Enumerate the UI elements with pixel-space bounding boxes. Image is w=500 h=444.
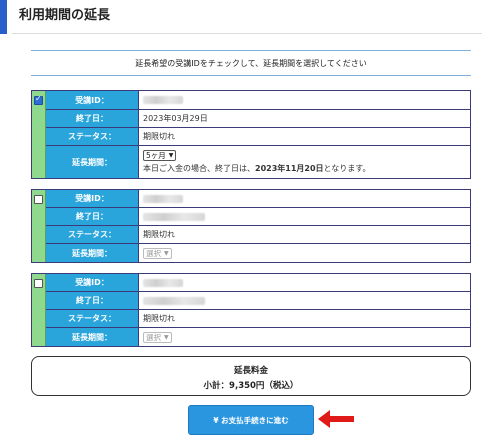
- page-title-bar: 利用期間の延長: [0, 0, 500, 34]
- fee-title: 延長料金: [233, 366, 268, 376]
- period-select-3[interactable]: 選択 ▼: [143, 331, 172, 343]
- fee-subtotal: 小計：9,350円（税込）: [203, 381, 299, 391]
- status-value: 期限切れ: [143, 230, 175, 239]
- period-label: 延長期間：: [46, 244, 139, 262]
- period-select-value: 選択: [146, 248, 161, 258]
- left-arrow-icon: [318, 410, 354, 428]
- id-value-redacted: [139, 274, 470, 291]
- status-label: ステータス：: [46, 128, 139, 145]
- status-label: ステータス：: [46, 310, 139, 327]
- period-note: 本日ご入金の場合、終了日は、2023年11月20日となります。: [143, 164, 371, 173]
- instruction-text: 延長希望の受講IDをチェックして、延長期間を選択してください: [31, 50, 471, 76]
- id-value-redacted: [139, 91, 470, 109]
- enrollment-card-1: 受講ID： 終了日： 2023年03月29日 ステータス： 期限切れ 延長期間：…: [31, 90, 471, 179]
- enrollment-checkbox-3[interactable]: [34, 279, 43, 288]
- enrollment-checkbox-1[interactable]: [34, 94, 43, 105]
- chevron-down-icon: ▼: [164, 249, 169, 257]
- id-label: 受講ID：: [46, 91, 139, 109]
- period-select-value: 5ヶ月: [146, 151, 166, 160]
- id-value-redacted: [139, 190, 470, 207]
- enrollment-card-2: 受講ID： 終了日： ステータス： 期限切れ 延長期間： 選択 ▼: [31, 189, 471, 263]
- id-label: 受講ID：: [46, 190, 139, 207]
- period-select-1[interactable]: 5ヶ月 ▼: [143, 150, 177, 161]
- page-title: 利用期間の延長: [19, 8, 111, 23]
- end-date-label: 終了日：: [46, 110, 139, 127]
- proceed-to-payment-button[interactable]: ¥ お支払手続きに進む: [188, 405, 314, 435]
- card-check-column: [32, 190, 46, 262]
- extension-fee-box: 延長料金 小計：9,350円（税込）: [31, 356, 471, 396]
- id-label: 受講ID：: [46, 274, 139, 291]
- chevron-down-icon: ▼: [164, 333, 169, 341]
- period-select-2[interactable]: 選択 ▼: [143, 247, 172, 259]
- status-value: 期限切れ: [143, 314, 175, 323]
- enrollment-checkbox-2[interactable]: [34, 195, 43, 204]
- end-date-value-redacted: [139, 292, 470, 309]
- period-label: 延長期間：: [46, 146, 139, 178]
- status-label: ステータス：: [46, 226, 139, 243]
- end-date-label: 終了日：: [46, 208, 139, 225]
- card-check-column: [32, 274, 46, 346]
- end-date-value-redacted: [139, 208, 470, 225]
- end-date-value: 2023年03月29日: [143, 114, 208, 123]
- enrollment-card-3: 受講ID： 終了日： ステータス： 期限切れ 延長期間： 選択 ▼: [31, 273, 471, 347]
- period-label: 延長期間：: [46, 328, 139, 346]
- end-date-label: 終了日：: [46, 292, 139, 309]
- card-check-column: [32, 91, 46, 178]
- new-end-date: 2023年11月20日: [255, 164, 324, 173]
- chevron-down-icon: ▼: [168, 152, 174, 159]
- status-value: 期限切れ: [143, 132, 175, 141]
- period-select-value: 選択: [146, 332, 161, 342]
- title-divider: [12, 33, 482, 34]
